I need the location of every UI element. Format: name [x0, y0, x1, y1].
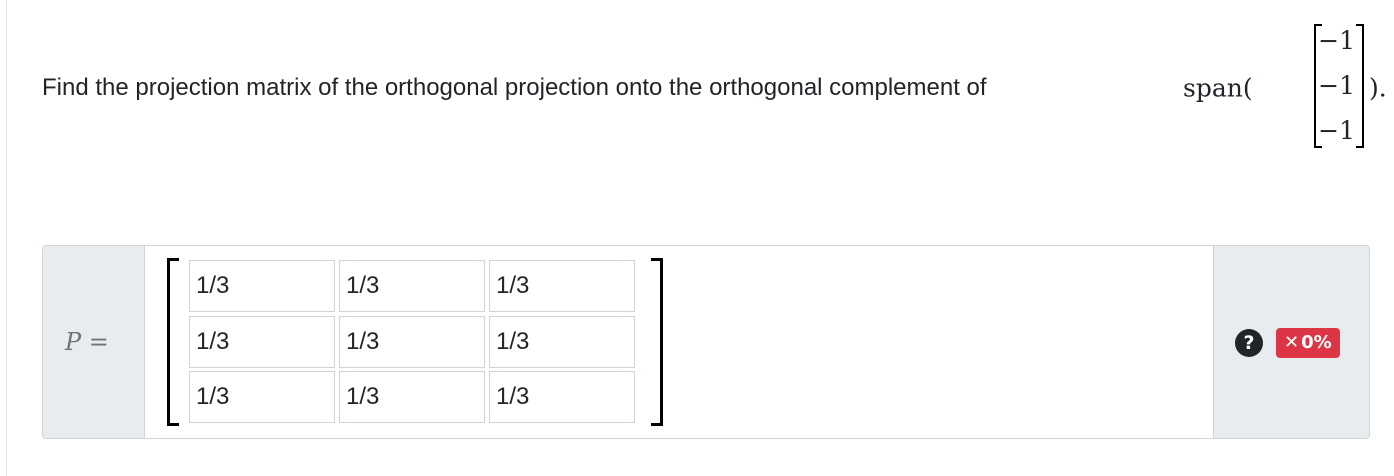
matrix-cell-3-3[interactable] — [489, 371, 635, 423]
matrix-cell-3-2[interactable] — [339, 371, 485, 423]
left-border — [6, 0, 7, 476]
span-function: span( — [1183, 73, 1253, 103]
score-value: 0% — [1301, 332, 1332, 353]
question-text: Find the projection matrix of the orthog… — [42, 74, 987, 101]
matrix-left-bracket — [167, 258, 179, 426]
question-circle-icon[interactable]: ? — [1235, 329, 1263, 357]
score-badge: ✕ 0% — [1276, 328, 1340, 358]
vector-entry-2: −1 — [1318, 71, 1355, 100]
matrix-cell-2-2[interactable] — [339, 316, 485, 368]
vector-right-bracket — [1356, 24, 1364, 148]
vector-entry-3: −1 — [1318, 116, 1355, 145]
matrix-right-bracket — [651, 258, 663, 426]
matrix-variable: P — [65, 328, 82, 356]
vector-entry-1: −1 — [1318, 26, 1355, 55]
span-close: ). — [1369, 73, 1387, 103]
matrix-cell-3-1[interactable] — [189, 371, 335, 423]
x-icon: ✕ — [1284, 332, 1300, 353]
answer-status-cell: ? ✕ 0% — [1213, 246, 1369, 438]
question-statement: Find the projection matrix of the orthog… — [42, 18, 1387, 152]
matrix-cell-2-3[interactable] — [489, 316, 635, 368]
matrix-label: P = — [65, 328, 109, 356]
answer-matrix — [167, 258, 663, 426]
matrix-cell-1-2[interactable] — [339, 260, 485, 312]
matrix-cell-1-1[interactable] — [189, 260, 335, 312]
matrix-cell-2-1[interactable] — [189, 316, 335, 368]
span-vector: −1 −1 −1 — [1314, 24, 1364, 148]
matrix-label-cell: P = — [43, 246, 145, 438]
answer-box: P = ? ✕0% — [42, 245, 1370, 439]
equals-sign: = — [88, 328, 109, 356]
matrix-cell-1-3[interactable] — [489, 260, 635, 312]
